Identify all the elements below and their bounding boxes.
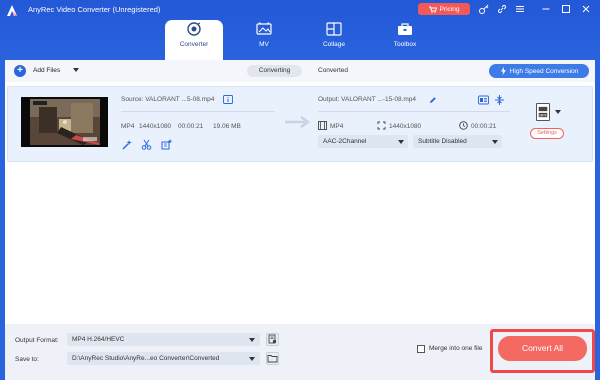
tab-converted[interactable]: Converted	[309, 65, 357, 77]
key-icon[interactable]	[478, 3, 490, 15]
minimize-icon[interactable]	[540, 3, 552, 15]
document-settings-icon	[268, 334, 277, 344]
folder-icon	[267, 355, 278, 363]
menu-icon[interactable]	[514, 3, 526, 15]
close-icon[interactable]	[580, 3, 592, 15]
mp4-format-icon[interactable]: MP4	[536, 103, 550, 121]
collage-icon	[326, 22, 342, 36]
lightning-icon	[500, 67, 506, 75]
toolbox-icon	[398, 23, 412, 35]
save-to-label: Save to:	[15, 356, 39, 363]
output-format-select[interactable]: MP4 H.264/HEVC	[67, 333, 260, 346]
tab-converter[interactable]: Converter	[165, 20, 223, 60]
format-film-icon	[318, 121, 327, 130]
format-dropdown-icon[interactable]	[555, 110, 561, 114]
chevron-down-icon	[249, 338, 255, 342]
toolbar: + Add Files Converting Converted High Sp…	[5, 60, 595, 82]
settings-button[interactable]: Settings	[530, 128, 564, 139]
output-duration: 00:00:21	[471, 123, 497, 130]
bottom-bar: Output Format: MP4 H.264/HEVC Save to: D…	[5, 324, 595, 380]
cart-icon	[428, 6, 437, 13]
subtitle-value: Subtitle Disabled	[418, 138, 467, 145]
output-format: MP4	[330, 123, 344, 130]
video-thumbnail[interactable]	[21, 97, 108, 147]
file-item: Source: VALORANT ...5-08.mp4 MP4 1440x10…	[7, 86, 593, 162]
tab-mv[interactable]: MV	[235, 20, 293, 60]
high-speed-conversion-button[interactable]: High Speed Conversion	[489, 64, 589, 78]
enhance-icon[interactable]	[122, 139, 133, 150]
mp4-badge-label: MP4	[539, 113, 546, 117]
merge-label: Merge into one file	[429, 345, 483, 352]
chevron-down-icon	[492, 140, 498, 144]
resolution-icon	[377, 121, 386, 130]
tab-toolbox[interactable]: Toolbox	[376, 20, 434, 60]
source-divider	[121, 111, 275, 112]
open-folder-button[interactable]	[266, 352, 279, 365]
maximize-icon[interactable]	[560, 3, 572, 15]
edit-video-icon[interactable]	[161, 139, 172, 150]
app-header: AnyRec Video Converter (Unregistered) Pr…	[0, 0, 600, 60]
info-icon[interactable]	[223, 95, 233, 104]
rename-edit-icon[interactable]	[429, 96, 437, 104]
audio-track-value: AAC-2Channel	[323, 138, 367, 145]
tab-converter-label: Converter	[179, 41, 209, 48]
chevron-down-icon	[249, 357, 255, 361]
converter-icon	[187, 22, 201, 36]
pricing-button[interactable]: Pricing	[418, 3, 470, 15]
cut-icon[interactable]	[141, 139, 152, 150]
convert-all-button[interactable]: Convert All	[498, 336, 587, 361]
audio-track-select[interactable]: AAC-2Channel	[318, 135, 408, 148]
tab-mv-label: MV	[259, 41, 269, 48]
save-to-select[interactable]: D:\AnyRec Studio\AnyRe...eo Converter\Co…	[67, 352, 260, 365]
link-icon[interactable]	[496, 3, 508, 15]
output-format-label: Output Format:	[15, 337, 59, 344]
source-duration: 00:00:21	[178, 123, 204, 130]
tab-collage-label: Collage	[322, 41, 346, 48]
window-title: AnyRec Video Converter (Unregistered)	[28, 5, 161, 14]
subtitle-select[interactable]: Subtitle Disabled	[413, 135, 502, 148]
merge-checkbox[interactable]	[417, 345, 425, 353]
output-format-value: MP4 H.264/HEVC	[72, 336, 125, 343]
chevron-down-icon	[398, 140, 404, 144]
compress-icon[interactable]	[494, 95, 505, 105]
source-resolution: 1440x1080	[139, 123, 172, 130]
pricing-label: Pricing	[439, 5, 460, 13]
output-resolution: 1440x1080	[389, 123, 422, 130]
source-size: 19.06 MB	[213, 123, 241, 130]
output-settings-button[interactable]	[266, 333, 279, 346]
convert-arrow-icon	[285, 115, 311, 129]
source-format: MP4	[121, 123, 135, 130]
output-filename: Output: VALORANT ...-15-08.mp4	[318, 96, 417, 103]
app-logo-icon	[7, 5, 17, 16]
tab-toolbox-label: Toolbox	[393, 41, 417, 48]
source-filename: Source: VALORANT ...5-08.mp4	[121, 96, 215, 103]
info-card-icon[interactable]	[478, 95, 489, 105]
tab-converting[interactable]: Converting	[247, 65, 302, 77]
mv-icon	[256, 22, 272, 35]
clock-icon	[459, 121, 468, 130]
window-border-right	[595, 60, 600, 380]
output-divider	[318, 111, 510, 112]
save-to-value: D:\AnyRec Studio\AnyRe...eo Converter\Co…	[72, 355, 220, 362]
high-speed-conversion-label: High Speed Conversion	[509, 67, 579, 75]
add-files-plus-icon[interactable]: +	[14, 65, 26, 77]
add-files-dropdown-icon[interactable]	[73, 68, 79, 72]
add-files-button[interactable]: Add Files	[33, 67, 60, 74]
tab-collage[interactable]: Collage	[305, 20, 363, 60]
